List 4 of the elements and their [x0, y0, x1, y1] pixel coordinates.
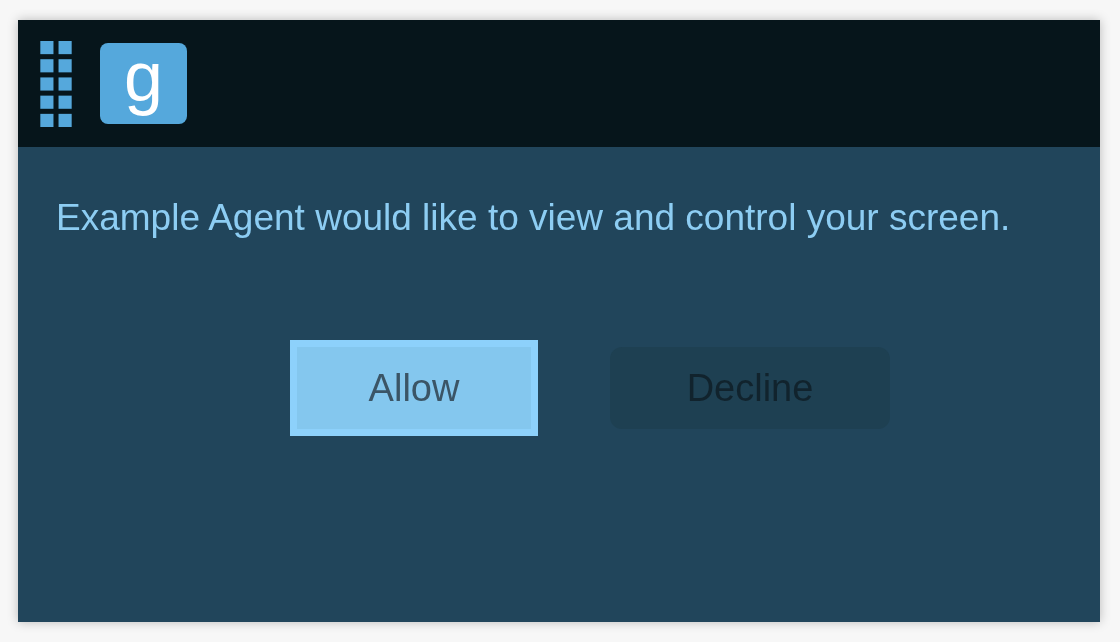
grip-icon[interactable]: [40, 40, 72, 127]
app-logo: g: [100, 43, 187, 124]
permission-message: Example Agent would like to view and control your screen.: [56, 196, 1012, 240]
allow-button[interactable]: Allow: [290, 340, 538, 436]
